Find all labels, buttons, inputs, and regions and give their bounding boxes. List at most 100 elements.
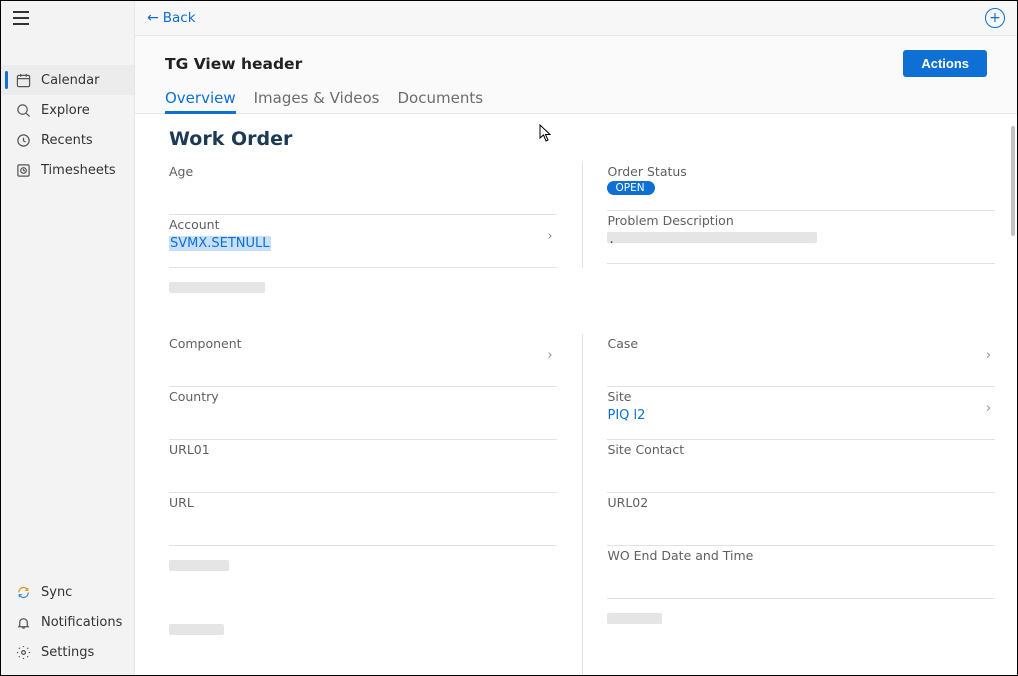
field-label: Case xyxy=(607,336,995,351)
sidebar-item-recents[interactable]: Recents xyxy=(1,125,134,155)
gear-icon xyxy=(15,644,31,660)
col-right: Case › Site PIQ l2 › Site Contact URL0 xyxy=(606,334,995,674)
field-label: URL xyxy=(169,495,557,510)
field-url01[interactable]: URL01 xyxy=(169,440,557,493)
field-label: URL02 xyxy=(607,495,995,510)
sidebar-item-label: Calendar xyxy=(41,73,99,88)
nav-top: Calendar Explore Recen xyxy=(1,35,134,185)
sidebar-item-notifications[interactable]: Notifications xyxy=(1,607,134,637)
field-label: WO End Date and Time xyxy=(607,548,995,563)
calendar-icon xyxy=(15,72,31,88)
field-phone[interactable]: Phone xyxy=(169,674,557,675)
col-left: Age Account SVMX.SETNULL › xyxy=(169,162,558,268)
chevron-right-icon: › xyxy=(547,229,552,244)
sync-icon xyxy=(15,584,31,600)
field-value-redacted xyxy=(607,232,995,247)
sidebar-item-label: Timesheets xyxy=(41,163,116,178)
col-left xyxy=(169,268,558,334)
clock-icon xyxy=(15,132,31,148)
field-redacted-right-1 xyxy=(607,599,995,663)
col-right xyxy=(606,674,995,675)
menu-icon[interactable] xyxy=(13,11,29,25)
section-title: Work Order xyxy=(169,128,995,150)
timesheet-icon xyxy=(15,162,31,178)
field-label: Component xyxy=(169,336,557,351)
field-label: Age xyxy=(169,164,557,179)
scroller[interactable]: Work Order Age Account SVMX.SETNULL › xyxy=(135,114,1007,675)
field-value: SVMX.SETNULL xyxy=(169,236,271,251)
field-label: Account xyxy=(169,217,557,232)
scrollbar[interactable] xyxy=(1011,126,1015,236)
sidebar-item-label: Sync xyxy=(41,585,72,600)
back-button[interactable]: ← Back xyxy=(147,10,196,26)
field-group-3: Phone xyxy=(169,674,995,675)
sidebar-item-label: Recents xyxy=(41,133,93,148)
col-left: Component › Country URL01 URL xyxy=(169,334,558,674)
field-component[interactable]: Component › xyxy=(169,334,557,387)
add-button[interactable]: + xyxy=(985,8,1005,28)
col-left: Phone xyxy=(169,674,558,675)
actions-button[interactable]: Actions xyxy=(903,50,987,77)
back-arrow-icon: ← xyxy=(147,10,159,26)
nav-bottom: Sync Notifications Setti xyxy=(1,577,134,675)
main: ← Back + TG View header Actions Overview… xyxy=(135,1,1017,675)
column-separator xyxy=(582,162,583,268)
col-right xyxy=(606,268,995,334)
column-separator xyxy=(582,674,583,675)
field-site-contact[interactable]: Site Contact xyxy=(607,440,995,493)
plus-icon: + xyxy=(989,11,1001,25)
field-case[interactable]: Case › xyxy=(607,334,995,387)
sidebar-item-label: Notifications xyxy=(41,615,122,630)
column-separator xyxy=(582,334,583,674)
field-redacted-left-3 xyxy=(169,610,557,674)
sidebar-item-timesheets[interactable]: Timesheets xyxy=(1,155,134,185)
sidebar-item-sync[interactable]: Sync xyxy=(1,577,134,607)
field-site[interactable]: Site PIQ l2 › xyxy=(607,387,995,440)
field-redacted-left-1 xyxy=(169,268,557,334)
page-title: TG View header xyxy=(165,55,302,73)
sidebar-item-calendar[interactable]: Calendar xyxy=(1,65,134,95)
field-label: Site Contact xyxy=(607,442,995,457)
field-url[interactable]: URL xyxy=(169,493,557,546)
field-label: Site xyxy=(607,389,995,404)
bell-icon xyxy=(15,614,31,630)
field-group-1: Age Account SVMX.SETNULL › Order Status … xyxy=(169,162,995,268)
field-order-status[interactable]: Order Status OPEN xyxy=(607,162,995,211)
field-problem-description[interactable]: Problem Description xyxy=(607,211,995,264)
field-account[interactable]: Account SVMX.SETNULL › xyxy=(169,215,557,268)
sidebar: Calendar Explore Recen xyxy=(1,1,135,675)
status-badge: OPEN xyxy=(607,181,654,195)
tab-documents[interactable]: Documents xyxy=(398,89,484,113)
chevron-right-icon: › xyxy=(986,348,991,363)
col-right: Order Status OPEN Problem Description xyxy=(606,162,995,268)
sidebar-item-settings[interactable]: Settings xyxy=(1,637,134,667)
field-label: URL01 xyxy=(169,442,557,457)
tab-images-videos[interactable]: Images & Videos xyxy=(254,89,380,113)
field-url02[interactable]: URL02 xyxy=(607,493,995,546)
field-wo-end-date[interactable]: WO End Date and Time xyxy=(607,546,995,599)
field-value: PIQ l2 xyxy=(607,408,995,423)
sidebar-item-explore[interactable]: Explore xyxy=(1,95,134,125)
back-label: Back xyxy=(163,10,196,26)
sidebar-item-label: Explore xyxy=(41,103,90,118)
chevron-right-icon: › xyxy=(547,348,552,363)
sidebar-top xyxy=(1,1,134,35)
field-age[interactable]: Age xyxy=(169,162,557,215)
tab-overview[interactable]: Overview xyxy=(165,89,236,113)
search-icon xyxy=(15,102,31,118)
app-frame: Calendar Explore Recen xyxy=(0,0,1018,676)
field-group-1b xyxy=(169,268,995,334)
field-group-2: Component › Country URL01 URL xyxy=(169,334,995,674)
chevron-right-icon: › xyxy=(986,401,991,416)
field-label: Country xyxy=(169,389,557,404)
toolbar: ← Back + xyxy=(135,1,1017,36)
field-label: Order Status xyxy=(607,164,995,179)
header-row: TG View header Actions xyxy=(165,50,987,77)
field-redacted-left-2 xyxy=(169,546,557,610)
header-area: TG View header Actions Overview Images &… xyxy=(135,36,1017,114)
field-label: Problem Description xyxy=(607,213,995,228)
field-country[interactable]: Country xyxy=(169,387,557,440)
sidebar-item-label: Settings xyxy=(41,645,94,660)
tabs: Overview Images & Videos Documents xyxy=(165,89,987,113)
content-area: Work Order Age Account SVMX.SETNULL › xyxy=(135,114,1017,675)
